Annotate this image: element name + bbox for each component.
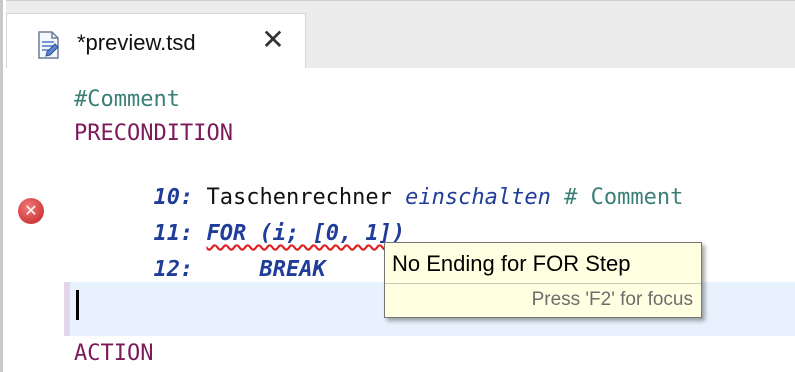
- error-icon[interactable]: ✕: [18, 198, 44, 224]
- code-line-12: 12: BREAK: [74, 228, 326, 312]
- code-editor[interactable]: ✕ #Comment PRECONDITION 10: Taschenrechn…: [6, 68, 795, 372]
- tooltip-focus-hint: Press 'F2' for focus: [531, 289, 693, 310]
- break-statement: BREAK: [259, 257, 326, 282]
- code-line-action: ACTION: [74, 341, 154, 366]
- editor-window: *preview.tsd ✕ ✕ #Comment PRECONDITION 1…: [0, 0, 795, 372]
- error-tooltip[interactable]: No Ending for FOR Step Press 'F2' for fo…: [384, 242, 702, 318]
- text-cursor: [76, 290, 79, 320]
- tab-preview-tsd[interactable]: *preview.tsd ✕: [6, 13, 306, 69]
- code-line-comment: #Comment: [74, 87, 180, 112]
- step-keyword: einschalten: [405, 185, 551, 210]
- code-line-precondition: PRECONDITION: [74, 121, 233, 146]
- step-number: 12:: [153, 257, 194, 282]
- tooltip-divider: [385, 283, 701, 284]
- inline-comment: # Comment: [550, 185, 684, 210]
- close-icon[interactable]: ✕: [257, 24, 289, 56]
- tooltip-message: No Ending for FOR Step: [392, 251, 631, 276]
- tab-bar: *preview.tsd ✕: [6, 0, 795, 69]
- tsd-file-icon: [38, 31, 59, 59]
- tab-title: *preview.tsd: [77, 30, 196, 55]
- change-marker: [64, 282, 70, 336]
